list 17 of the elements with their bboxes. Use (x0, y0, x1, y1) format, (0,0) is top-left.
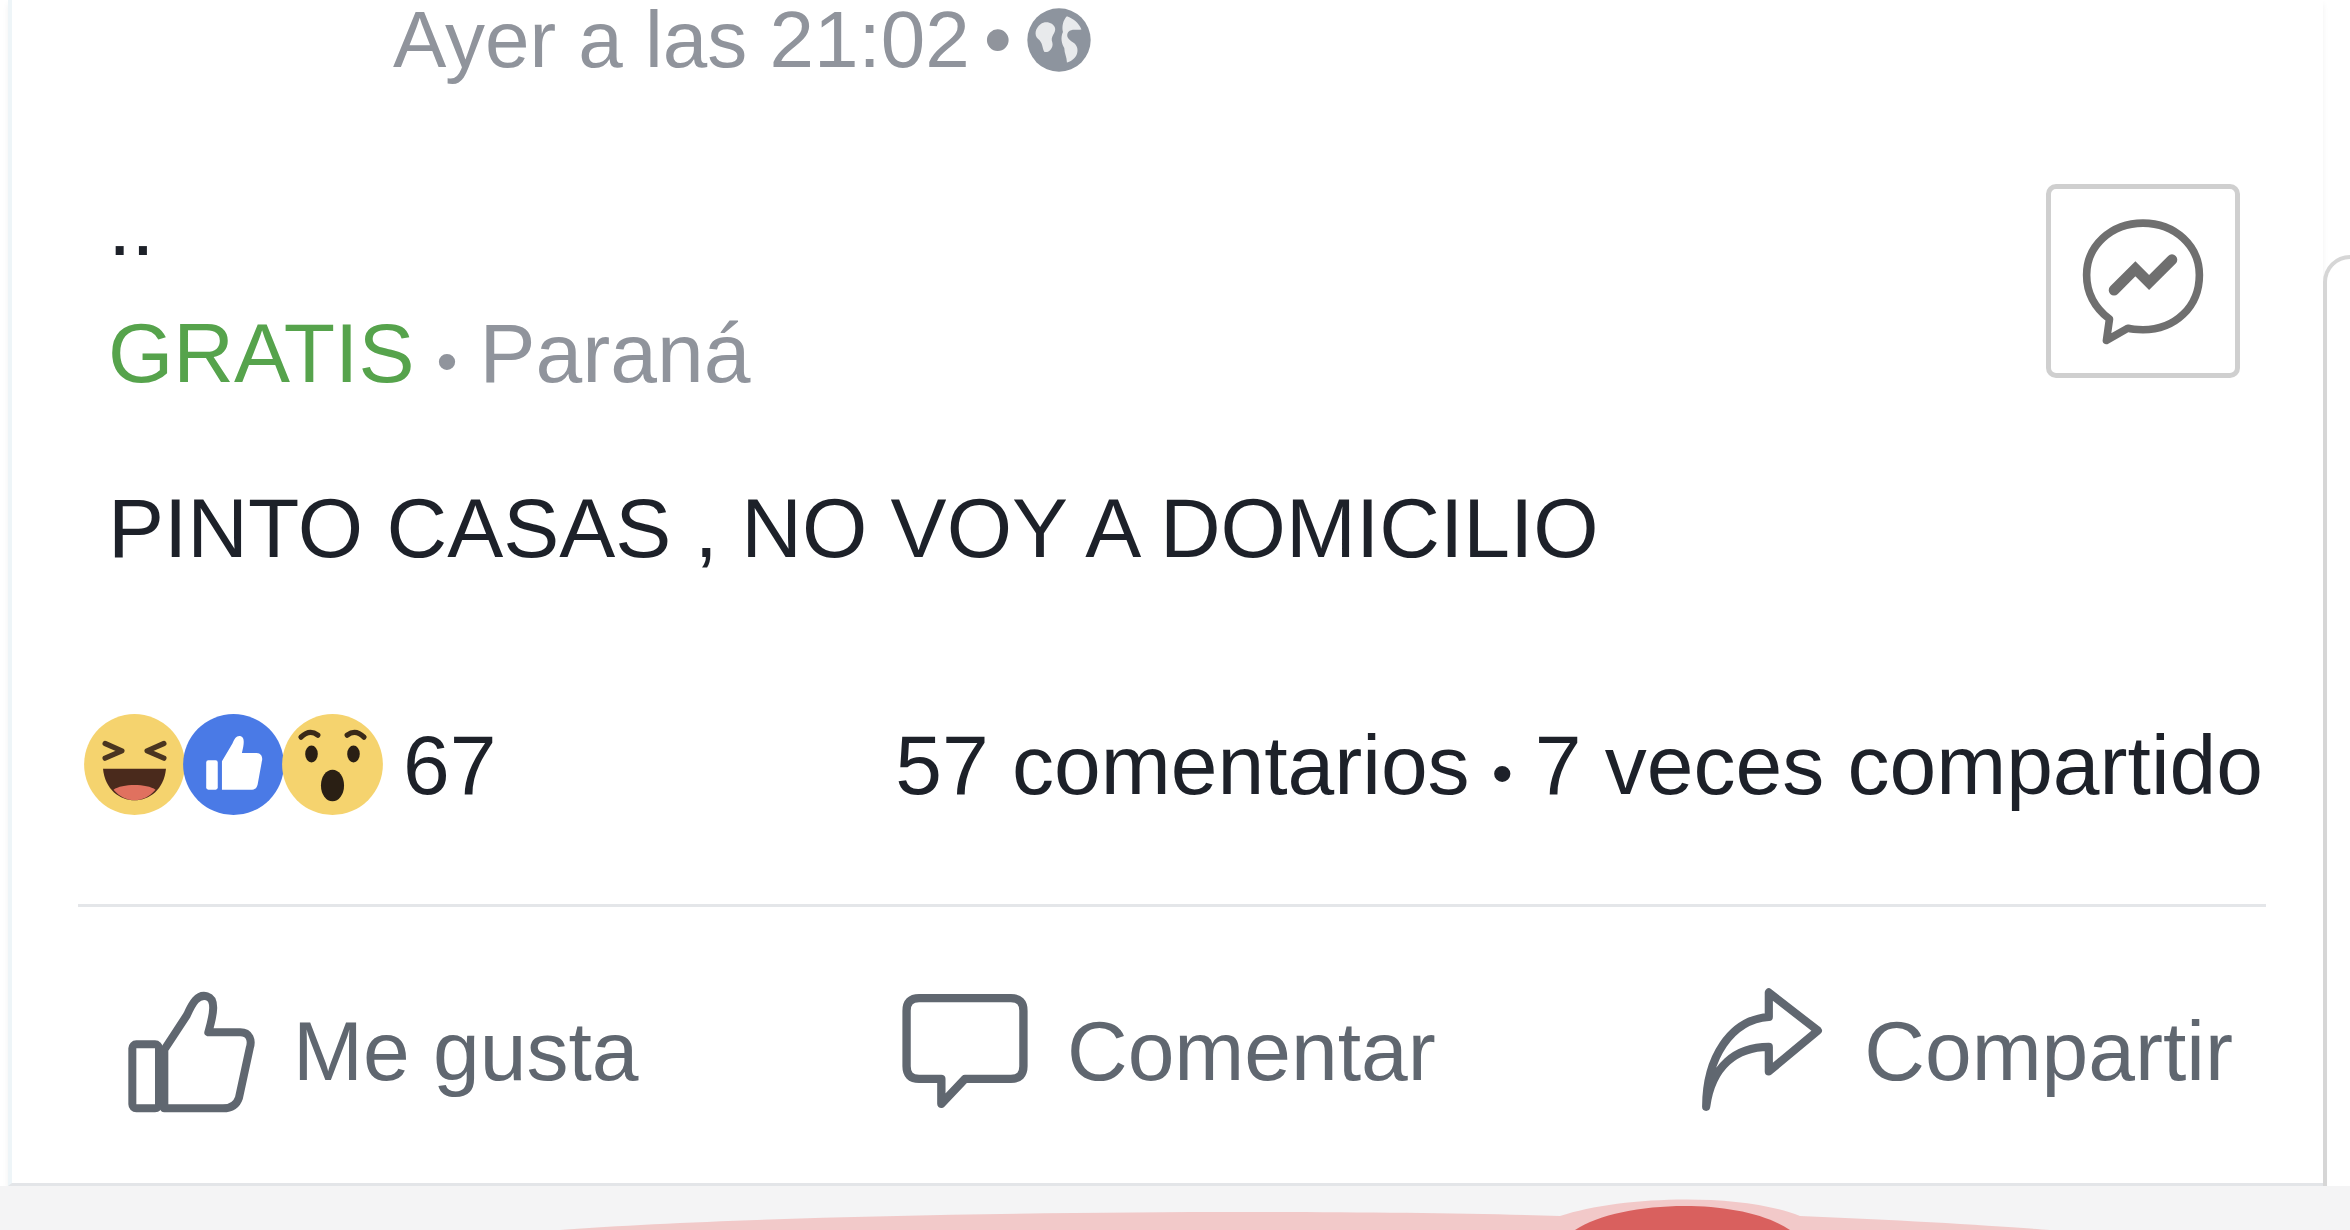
location-label: Paraná (479, 311, 751, 395)
separator-dot: • (983, 0, 1012, 80)
post-text: PINTO CASAS , NO VOY A DOMICILIO (108, 486, 1599, 570)
post-heading: .. (108, 184, 155, 268)
message-button[interactable] (2046, 184, 2240, 378)
separator-dot: • (436, 332, 458, 392)
comment-button[interactable]: Comentar (901, 987, 1436, 1115)
globe-icon (1025, 7, 1092, 73)
thumbs-up-icon (181, 712, 286, 817)
reaction-count[interactable]: 67 (403, 722, 497, 807)
surprised-face-icon (280, 712, 385, 817)
like-button[interactable]: Me gusta (127, 987, 639, 1115)
laughing-face-icon (82, 712, 187, 817)
comments-count-link[interactable]: 57 comentarios (895, 722, 1470, 807)
separator-dot: • (1491, 743, 1513, 804)
share-button[interactable]: Compartir (1698, 987, 2233, 1115)
price-label: GRATIS (108, 311, 415, 395)
